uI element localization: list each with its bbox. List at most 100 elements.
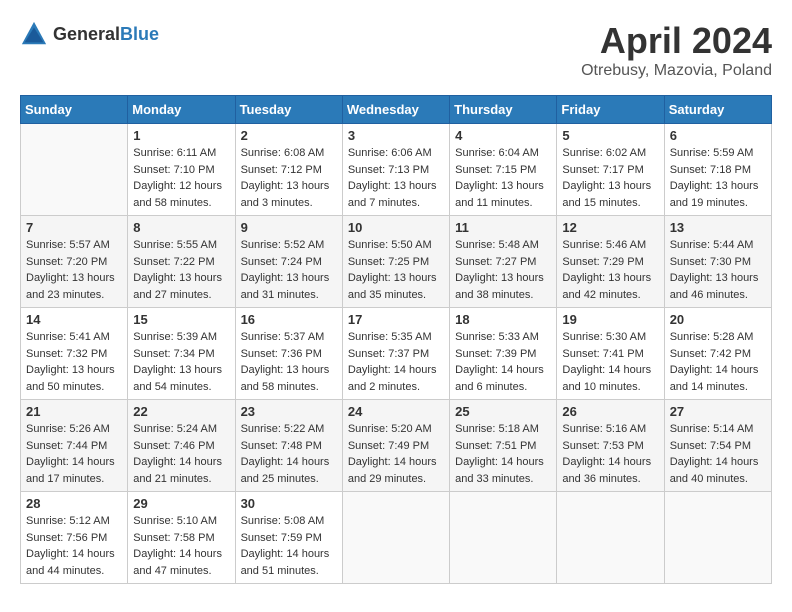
- sunrise-text: Sunrise: 5:22 AM: [241, 423, 325, 435]
- daylight-text: Daylight: 14 hours and 40 minutes.: [670, 456, 759, 485]
- day-info: Sunrise: 5:18 AMSunset: 7:51 PMDaylight:…: [455, 421, 551, 487]
- page-header: GeneralBlue April 2024 Otrebusy, Mazovia…: [20, 20, 772, 80]
- daylight-text: Daylight: 12 hours and 58 minutes.: [133, 180, 222, 209]
- calendar-cell: 4 Sunrise: 6:04 AMSunset: 7:15 PMDaylight…: [450, 124, 557, 216]
- sunrise-text: Sunrise: 5:26 AM: [26, 423, 110, 435]
- daylight-text: Daylight: 13 hours and 23 minutes.: [26, 272, 115, 301]
- day-info: Sunrise: 5:22 AMSunset: 7:48 PMDaylight:…: [241, 421, 337, 487]
- daylight-text: Daylight: 14 hours and 33 minutes.: [455, 456, 544, 485]
- day-info: Sunrise: 5:59 AMSunset: 7:18 PMDaylight:…: [670, 145, 766, 211]
- sunrise-text: Sunrise: 5:14 AM: [670, 423, 754, 435]
- calendar-cell: 1Sunrise: 6:11 AMSunset: 7:10 PMDaylight…: [128, 124, 235, 216]
- calendar-table: SundayMondayTuesdayWednesdayThursdayFrid…: [20, 95, 772, 584]
- sunrise-text: Sunrise: 5:55 AM: [133, 239, 217, 251]
- sunrise-text: Sunrise: 5:52 AM: [241, 239, 325, 251]
- day-number: 6: [670, 128, 766, 143]
- day-info: Sunrise: 5:41 AMSunset: 7:32 PMDaylight:…: [26, 329, 122, 395]
- calendar-cell: 20 Sunrise: 5:28 AMSunset: 7:42 PMDayligh…: [664, 308, 771, 400]
- weekday-header-saturday: Saturday: [664, 96, 771, 124]
- day-info: Sunrise: 5:26 AMSunset: 7:44 PMDaylight:…: [26, 421, 122, 487]
- sunset-text: Sunset: 7:37 PM: [348, 348, 429, 360]
- sunrise-text: Sunrise: 6:08 AM: [241, 147, 325, 159]
- daylight-text: Daylight: 14 hours and 17 minutes.: [26, 456, 115, 485]
- calendar-cell: 5Sunrise: 6:02 AMSunset: 7:17 PMDaylight…: [557, 124, 664, 216]
- day-info: Sunrise: 5:46 AM Sunset: 7:29 PM Daylight:…: [562, 237, 658, 303]
- sunrise-text: Sunrise: 5:57 AM: [26, 239, 110, 251]
- day-info: Sunrise: 5:52 AM Sunset: 7:24 PM Daylight:…: [241, 237, 337, 303]
- calendar-cell: [450, 492, 557, 584]
- daylight-text: Daylight: 14 hours and 14 minutes.: [670, 364, 759, 393]
- calendar-cell: 29Sunrise: 5:10 AMSunset: 7:58 PMDayligh…: [128, 492, 235, 584]
- sunrise-text: Sunrise: 5:59 AM: [670, 147, 754, 159]
- day-info: Sunrise: 5:08 AMSunset: 7:59 PMDaylight:…: [241, 513, 337, 579]
- daylight-text: Daylight: 13 hours and 27 minutes.: [133, 272, 222, 301]
- daylight-text: Daylight: 13 hours and 42 minutes.: [562, 272, 651, 301]
- daylight-text: Daylight: 13 hours and 54 minutes.: [133, 364, 222, 393]
- daylight-text: Daylight: 14 hours and 21 minutes.: [133, 456, 222, 485]
- day-info: Sunrise: 5:16 AMSunset: 7:53 PMDaylight:…: [562, 421, 658, 487]
- day-info: Sunrise: 5:12 AMSunset: 7:56 PMDaylight:…: [26, 513, 122, 579]
- logo-text-blue: Blue: [120, 24, 159, 44]
- day-info: Sunrise: 5:50 AMSunset: 7:25 PMDaylight:…: [348, 237, 444, 303]
- calendar-cell: 19Sunrise: 5:30 AMSunset: 7:41 PMDayligh…: [557, 308, 664, 400]
- sunrise-text: Sunrise: 5:20 AM: [348, 423, 432, 435]
- daylight-text: Daylight: 13 hours and 58 minutes.: [241, 364, 330, 393]
- calendar-week-row: 14 Sunrise: 5:41 AMSunset: 7:32 PMDayligh…: [21, 308, 772, 400]
- daylight-text: Daylight: 14 hours and 25 minutes.: [241, 456, 330, 485]
- calendar-cell: 13Sunrise: 5:44 AMSunset: 7:30 PMDayligh…: [664, 216, 771, 308]
- day-info: Sunrise: 5:39 AMSunset: 7:34 PMDaylight:…: [133, 329, 229, 395]
- logo-text-general: General: [53, 24, 120, 44]
- day-info: Sunrise: 6:04 AMSunset: 7:15 PMDaylight:…: [455, 145, 551, 211]
- calendar-cell: 28 Sunrise: 5:12 AMSunset: 7:56 PMDayligh…: [21, 492, 128, 584]
- sunset-text: Sunset: 7:58 PM: [133, 532, 214, 544]
- daylight-text: Daylight: 14 hours and 47 minutes.: [133, 548, 222, 577]
- month-title: April 2024: [581, 20, 772, 62]
- daylight-text: Daylight: 13 hours and 19 minutes.: [670, 180, 759, 209]
- day-number: 4: [455, 128, 551, 143]
- day-number: 12: [562, 220, 658, 235]
- day-info: Sunrise: 5:14 AMSunset: 7:54 PMDaylight:…: [670, 421, 766, 487]
- day-number: 30: [241, 496, 337, 511]
- day-number: 11: [455, 220, 551, 235]
- daylight-text: Daylight: 13 hours and 31 minutes.: [241, 272, 330, 301]
- day-number: 28: [26, 496, 122, 511]
- calendar-cell: 24Sunrise: 5:20 AMSunset: 7:49 PMDayligh…: [342, 400, 449, 492]
- day-number: 8: [133, 220, 229, 235]
- calendar-cell: 9Sunrise: 5:52 AMSunset: 7:24 PMDaylight…: [235, 216, 342, 308]
- day-info: Sunrise: 5:33 AM Sunset: 7:39 PM Daylight:…: [455, 329, 551, 395]
- sunset-text: Sunset: 7:32 PM: [26, 348, 107, 360]
- daylight-text: Daylight: 14 hours and 10 minutes.: [562, 364, 651, 393]
- calendar-week-row: 1Sunrise: 6:11 AMSunset: 7:10 PMDaylight…: [21, 124, 772, 216]
- sunrise-text: Sunrise: 5:46 AM: [562, 239, 646, 251]
- calendar-cell: [21, 124, 128, 216]
- day-number: 20: [670, 312, 766, 327]
- calendar-cell: 30 Sunrise: 5:08 AMSunset: 7:59 PMDayligh…: [235, 492, 342, 584]
- daylight-text: Daylight: 14 hours and 6 minutes.: [455, 364, 544, 393]
- sunrise-text: Sunrise: 5:33 AM: [455, 331, 539, 343]
- calendar-cell: 6 Sunrise: 5:59 AMSunset: 7:18 PMDaylight…: [664, 124, 771, 216]
- day-number: 14: [26, 312, 122, 327]
- sunset-text: Sunset: 7:56 PM: [26, 532, 107, 544]
- daylight-text: Daylight: 14 hours and 51 minutes.: [241, 548, 330, 577]
- daylight-text: Daylight: 14 hours and 2 minutes.: [348, 364, 437, 393]
- calendar-cell: [664, 492, 771, 584]
- calendar-week-row: 7Sunrise: 5:57 AMSunset: 7:20 PMDaylight…: [21, 216, 772, 308]
- sunset-text: Sunset: 7:34 PM: [133, 348, 214, 360]
- day-number: 1: [133, 128, 229, 143]
- sunset-text: Sunset: 7:42 PM: [670, 348, 751, 360]
- sunset-text: Sunset: 7:20 PM: [26, 256, 107, 268]
- day-number: 19: [562, 312, 658, 327]
- sunset-text: Sunset: 7:10 PM: [133, 164, 214, 176]
- sunset-text: Sunset: 7:39 PM: [455, 348, 536, 360]
- day-number: 25: [455, 404, 551, 419]
- sunset-text: Sunset: 7:29 PM: [562, 256, 643, 268]
- day-number: 15: [133, 312, 229, 327]
- sunrise-text: Sunrise: 5:18 AM: [455, 423, 539, 435]
- day-info: Sunrise: 5:48 AMSunset: 7:27 PMDaylight:…: [455, 237, 551, 303]
- sunset-text: Sunset: 7:24 PM: [241, 256, 322, 268]
- daylight-text: Daylight: 13 hours and 46 minutes.: [670, 272, 759, 301]
- day-number: 16: [241, 312, 337, 327]
- weekday-header-tuesday: Tuesday: [235, 96, 342, 124]
- sunset-text: Sunset: 7:27 PM: [455, 256, 536, 268]
- day-info: Sunrise: 5:28 AMSunset: 7:42 PMDaylight:…: [670, 329, 766, 395]
